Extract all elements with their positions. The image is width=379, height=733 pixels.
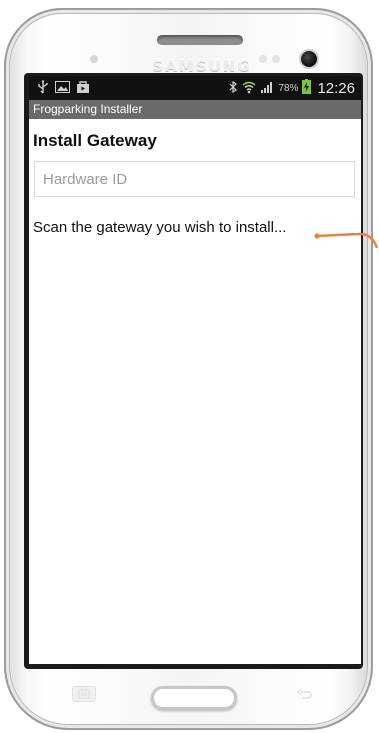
proximity-sensor: [259, 55, 267, 63]
status-time: 12:26: [317, 79, 355, 97]
menu-key[interactable]: [72, 686, 96, 702]
sensor-dot: [90, 55, 98, 63]
battery-charging-icon: [302, 79, 312, 97]
signal-icon: [260, 80, 274, 97]
usb-icon: [37, 79, 49, 97]
home-button[interactable]: [151, 686, 237, 710]
wifi-icon: [242, 80, 256, 97]
hardware-id-input[interactable]: [34, 161, 355, 197]
back-key[interactable]: [293, 686, 317, 702]
image-icon: [55, 80, 70, 96]
status-bar: 78% 12:26: [29, 76, 361, 100]
page-title: Install Gateway: [33, 131, 157, 150]
annotation-callout-line: [314, 232, 379, 249]
app-title: Frogparking Installer: [33, 102, 143, 116]
bluetooth-icon: [228, 80, 238, 97]
store-icon: [76, 80, 90, 97]
scan-instruction: Scan the gateway you wish to install...: [33, 219, 287, 236]
earpiece-speaker: [157, 35, 243, 45]
light-sensor: [272, 55, 280, 63]
front-camera: [301, 51, 317, 67]
screen: 78% 12:26 Frogparking Installer Install …: [29, 76, 361, 664]
battery-percent: 78%: [278, 82, 299, 94]
app-title-bar: Frogparking Installer: [29, 100, 361, 119]
